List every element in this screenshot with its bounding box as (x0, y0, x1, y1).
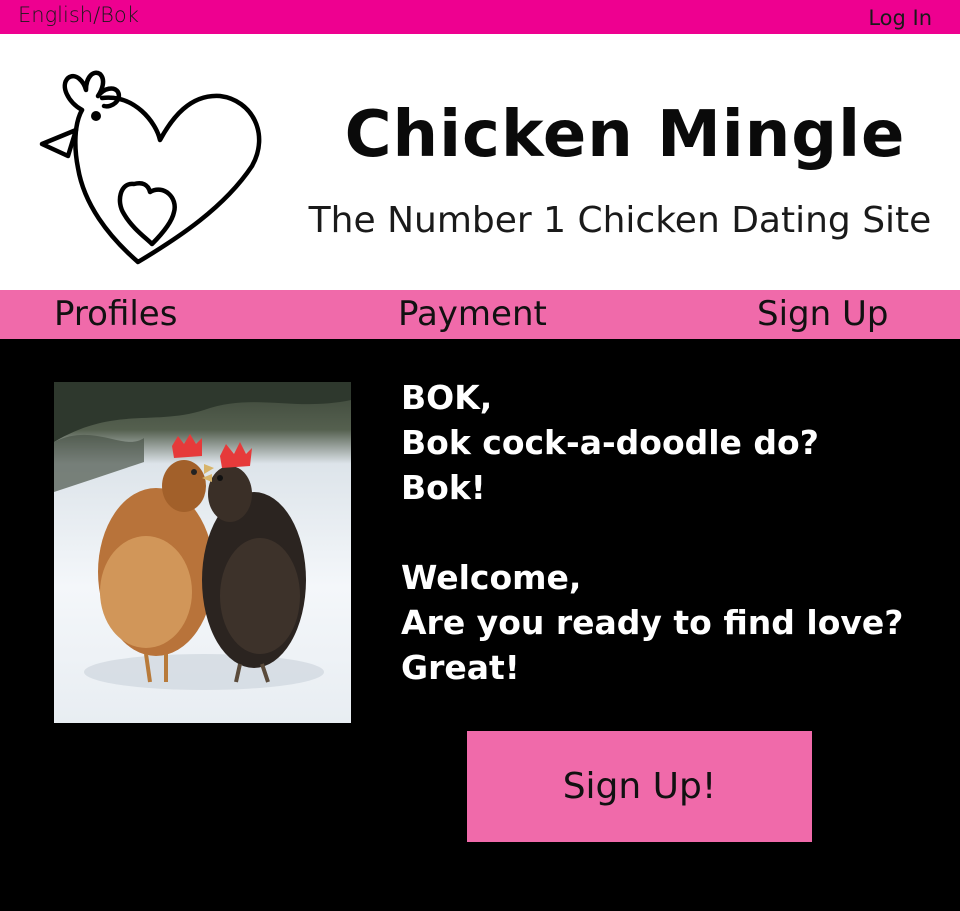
nav-sign-up[interactable]: Sign Up (757, 294, 888, 334)
site-tagline: The Number 1 Chicken Dating Site (308, 200, 932, 241)
welcome-line: Great! (401, 648, 520, 687)
login-link[interactable]: Log In (868, 6, 932, 30)
welcome-line: Bok cock-a-doodle do? (401, 423, 819, 462)
nav-profiles[interactable]: Profiles (54, 294, 177, 334)
top-bar: English/Bok Log In (0, 0, 960, 34)
welcome-message: BOK, Bok cock-a-doodle do? Bok! Welcome,… (401, 375, 941, 690)
main-nav: Profiles Payment Sign Up (0, 290, 960, 339)
two-chickens-photo (54, 382, 351, 723)
chickens-illustration-icon (54, 382, 351, 690)
chicken-heart-logo-icon[interactable] (38, 52, 264, 270)
welcome-line: Welcome, (401, 558, 582, 597)
welcome-line: Bok! (401, 468, 486, 507)
language-toggle[interactable]: English/Bok (18, 3, 139, 27)
site-header: Chicken Mingle The Number 1 Chicken Dati… (0, 34, 960, 290)
welcome-line: BOK, (401, 378, 493, 417)
site-title: Chicken Mingle (344, 98, 906, 172)
sign-up-button[interactable]: Sign Up! (467, 731, 812, 842)
nav-payment[interactable]: Payment (398, 294, 547, 334)
welcome-line: Are you ready to find love? (401, 603, 904, 642)
